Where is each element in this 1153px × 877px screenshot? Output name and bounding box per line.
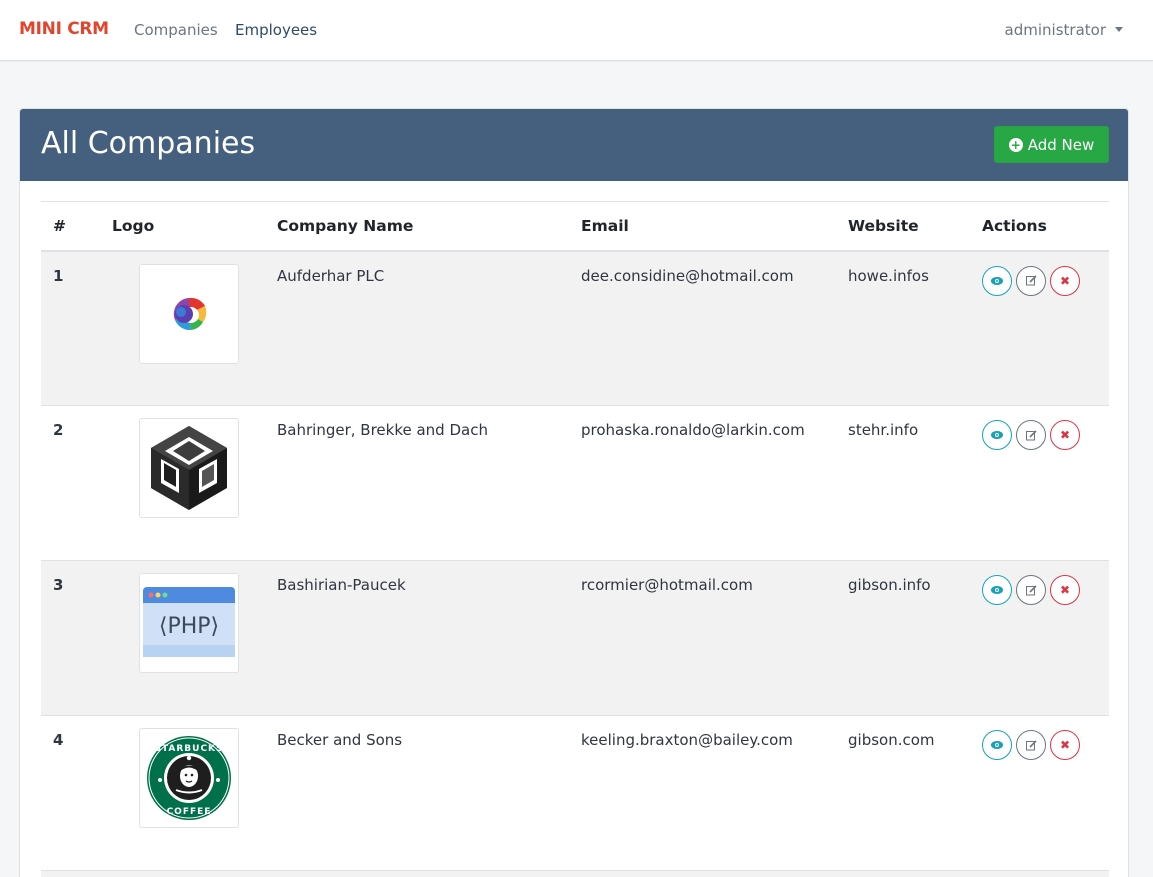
eye-icon: [991, 431, 1003, 439]
nav-link-employees[interactable]: Employees: [235, 21, 317, 39]
close-icon: ✖: [1059, 273, 1071, 288]
col-header-number: #: [41, 201, 100, 252]
companies-card: All Companies + Add New # Logo Company N…: [19, 108, 1129, 877]
user-name: administrator: [1004, 21, 1106, 39]
page-title: All Companies: [41, 126, 256, 161]
unity-cube-logo: [139, 418, 239, 518]
php-window-logo: ⟨PHP⟩: [139, 573, 239, 673]
edit-icon: [1025, 584, 1037, 595]
website-cell: stehr.info: [836, 405, 970, 561]
svg-text:⟨PHP⟩: ⟨PHP⟩: [159, 614, 219, 639]
edit-button[interactable]: [1016, 730, 1046, 760]
eye-icon: [991, 741, 1003, 749]
col-header-company-name: Company Name: [265, 201, 569, 252]
add-new-label: Add New: [1027, 135, 1095, 154]
brand-logo[interactable]: MINI CRM: [19, 19, 109, 39]
row-number: 2: [41, 405, 100, 561]
row-number: 3: [41, 560, 100, 716]
logo-cell: STARBUCKS COFFEE: [100, 715, 265, 871]
col-header-website: Website: [836, 201, 970, 252]
email-cell: keeling.braxton@bailey.com: [569, 715, 836, 871]
edit-button[interactable]: [1016, 265, 1046, 296]
table-row: 1 Aufderhar PLC dee.considine@hotmail.co…: [41, 250, 1109, 406]
table-row: 4 STARBUCKS COFFEE Becker and Sons keeli…: [41, 715, 1109, 871]
view-button[interactable]: [982, 420, 1012, 450]
partial-row-cell: [41, 870, 1109, 877]
logo-cell: ⟨PHP⟩: [100, 560, 265, 716]
edit-icon: [1025, 739, 1037, 750]
caret-down-icon: [1115, 27, 1123, 32]
close-icon: ✖: [1059, 738, 1071, 752]
view-button[interactable]: [982, 265, 1012, 296]
edit-button[interactable]: [1016, 420, 1046, 450]
eye-icon: [991, 276, 1003, 285]
email-cell: rcormier@hotmail.com: [569, 560, 836, 716]
plus-circle-icon: +: [1008, 137, 1023, 152]
delete-button[interactable]: ✖: [1050, 730, 1080, 760]
edit-icon: [1025, 429, 1037, 440]
delete-button[interactable]: ✖: [1050, 575, 1080, 605]
logo-cell: [100, 250, 265, 406]
row-number: 4: [41, 715, 100, 871]
col-header-logo: Logo: [100, 201, 265, 252]
svg-text:COFFEE: COFFEE: [167, 807, 212, 817]
user-dropdown[interactable]: administrator: [1005, 21, 1123, 39]
add-new-button[interactable]: + Add New: [994, 126, 1109, 163]
actions-cell: ✖: [970, 405, 1109, 561]
edit-button[interactable]: [1016, 575, 1046, 605]
logo-cell: [100, 405, 265, 561]
col-header-email: Email: [569, 201, 836, 252]
companies-table: # Logo Company Name Email Website Action…: [41, 201, 1109, 877]
delete-button[interactable]: ✖: [1050, 420, 1080, 450]
close-icon: ✖: [1059, 583, 1071, 597]
table-row: [41, 870, 1109, 877]
company-name-cell: Bahringer, Brekke and Dach: [265, 405, 569, 561]
actions-cell: ✖: [970, 715, 1109, 871]
table-row: 3 ⟨PHP⟩ Bashirian-Paucek rcormier@hotmai…: [41, 560, 1109, 716]
actions-cell: ✖: [970, 250, 1109, 406]
table-row: 2 Bahringer, Brekke and Dach prohaska.ro…: [41, 405, 1109, 561]
edit-icon: [1025, 275, 1037, 286]
website-cell: gibson.com: [836, 715, 970, 871]
view-button[interactable]: [982, 575, 1012, 605]
email-cell: dee.considine@hotmail.com: [569, 250, 836, 406]
table-header-row: # Logo Company Name Email Website Action…: [41, 201, 1109, 252]
card-header: All Companies + Add New: [20, 109, 1128, 181]
colorful-globe-logo: [139, 263, 239, 364]
col-header-actions: Actions: [970, 201, 1109, 252]
eye-icon: [991, 586, 1003, 594]
website-cell: howe.infos: [836, 250, 970, 406]
starbucks-coffee-logo: STARBUCKS COFFEE: [139, 728, 239, 828]
email-cell: prohaska.ronaldo@larkin.com: [569, 405, 836, 561]
website-cell: gibson.info: [836, 560, 970, 716]
company-name-cell: Bashirian-Paucek: [265, 560, 569, 716]
delete-button[interactable]: ✖: [1050, 265, 1080, 296]
actions-cell: ✖: [970, 560, 1109, 716]
top-navbar: MINI CRM Companies Employees administrat…: [0, 0, 1153, 61]
close-icon: ✖: [1059, 428, 1071, 442]
row-number: 1: [41, 250, 100, 406]
company-name-cell: Aufderhar PLC: [265, 250, 569, 406]
svg-text:STARBUCKS: STARBUCKS: [154, 744, 223, 754]
view-button[interactable]: [982, 730, 1012, 760]
nav-link-companies[interactable]: Companies: [134, 21, 218, 39]
company-name-cell: Becker and Sons: [265, 715, 569, 871]
